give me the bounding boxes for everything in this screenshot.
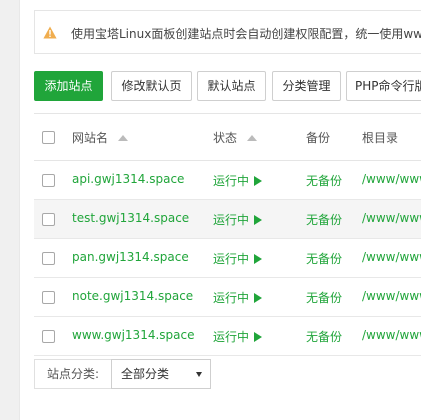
- default-site-button[interactable]: 默认站点: [197, 71, 266, 101]
- sort-up-icon[interactable]: [247, 135, 258, 141]
- site-name-link[interactable]: note.gwj1314.space: [72, 289, 193, 303]
- header-name[interactable]: 网站名: [72, 129, 129, 146]
- table-row: www.gwj1314.space 运行中 无备份 /www/www: [34, 317, 421, 356]
- play-icon: [254, 293, 263, 303]
- table-row: note.gwj1314.space 运行中 无备份 /www/www: [34, 278, 421, 317]
- header-root: 根目录: [362, 131, 399, 145]
- play-icon: [254, 176, 263, 186]
- play-icon: [254, 215, 263, 225]
- site-name-link[interactable]: api.gwj1314.space: [72, 172, 184, 186]
- table-row: test.gwj1314.space 运行中 无备份 /www/www: [34, 200, 421, 239]
- root-dir-link[interactable]: /www/www: [362, 289, 421, 303]
- category-label: 站点分类:: [34, 359, 111, 389]
- play-icon: [254, 254, 263, 264]
- root-dir-link[interactable]: /www/www: [362, 250, 421, 264]
- category-select[interactable]: 全部分类: [111, 359, 211, 389]
- status-toggle[interactable]: 运行中: [213, 250, 263, 267]
- root-dir-link[interactable]: /www/www: [362, 172, 421, 186]
- sort-up-icon[interactable]: [118, 135, 129, 141]
- status-label: 运行中: [213, 291, 250, 305]
- sites-table: 网站名 状态 备份 根目录 api.gwj1314.space 运行中 无备份 …: [34, 113, 421, 356]
- play-icon: [254, 332, 263, 342]
- category-select-value: 全部分类: [121, 367, 170, 381]
- row-checkbox[interactable]: [42, 291, 55, 304]
- site-name-link[interactable]: www.gwj1314.space: [72, 328, 194, 342]
- header-name-label: 网站名: [72, 131, 109, 145]
- add-site-button[interactable]: 添加站点: [34, 71, 103, 101]
- site-name-link[interactable]: pan.gwj1314.space: [72, 250, 189, 264]
- edit-default-page-button[interactable]: 修改默认页: [111, 71, 192, 101]
- backup-link[interactable]: 无备份: [306, 250, 342, 267]
- backup-link[interactable]: 无备份: [306, 328, 342, 345]
- row-checkbox[interactable]: [42, 213, 55, 226]
- row-checkbox[interactable]: [42, 330, 55, 343]
- backup-link[interactable]: 无备份: [306, 211, 342, 228]
- main-panel: 使用宝塔Linux面板创建站点时会自动创建权限配置，统一使用www 添加站点 修…: [19, 0, 421, 420]
- status-label: 运行中: [213, 330, 250, 344]
- caret-down-icon: [196, 372, 202, 377]
- status-toggle[interactable]: 运行中: [213, 289, 263, 306]
- table-row: pan.gwj1314.space 运行中 无备份 /www/www: [34, 239, 421, 278]
- header-status[interactable]: 状态: [213, 129, 258, 146]
- status-label: 运行中: [213, 174, 250, 188]
- row-checkbox[interactable]: [42, 174, 55, 187]
- status-label: 运行中: [213, 213, 250, 227]
- select-all-checkbox[interactable]: [42, 131, 55, 144]
- backup-link[interactable]: 无备份: [306, 289, 342, 306]
- notice-text: 使用宝塔Linux面板创建站点时会自动创建权限配置，统一使用www: [71, 27, 421, 41]
- category-manage-button[interactable]: 分类管理: [272, 71, 341, 101]
- status-label: 运行中: [213, 252, 250, 266]
- backup-link[interactable]: 无备份: [306, 172, 342, 189]
- header-status-label: 状态: [213, 131, 238, 145]
- root-dir-link[interactable]: /www/www: [362, 211, 421, 225]
- table-header: 网站名 状态 备份 根目录: [34, 114, 421, 161]
- status-toggle[interactable]: 运行中: [213, 172, 263, 189]
- status-toggle[interactable]: 运行中: [213, 328, 263, 345]
- row-checkbox[interactable]: [42, 252, 55, 265]
- notice-banner: 使用宝塔Linux面板创建站点时会自动创建权限配置，统一使用www: [34, 10, 421, 54]
- site-name-link[interactable]: test.gwj1314.space: [72, 211, 189, 225]
- header-backup: 备份: [306, 131, 331, 145]
- root-dir-link[interactable]: /www/www: [362, 328, 421, 342]
- status-toggle[interactable]: 运行中: [213, 211, 263, 228]
- warning-icon: [43, 26, 57, 39]
- php-cli-button[interactable]: PHP命令行版: [346, 71, 421, 101]
- table-row: api.gwj1314.space 运行中 无备份 /www/www: [34, 161, 421, 200]
